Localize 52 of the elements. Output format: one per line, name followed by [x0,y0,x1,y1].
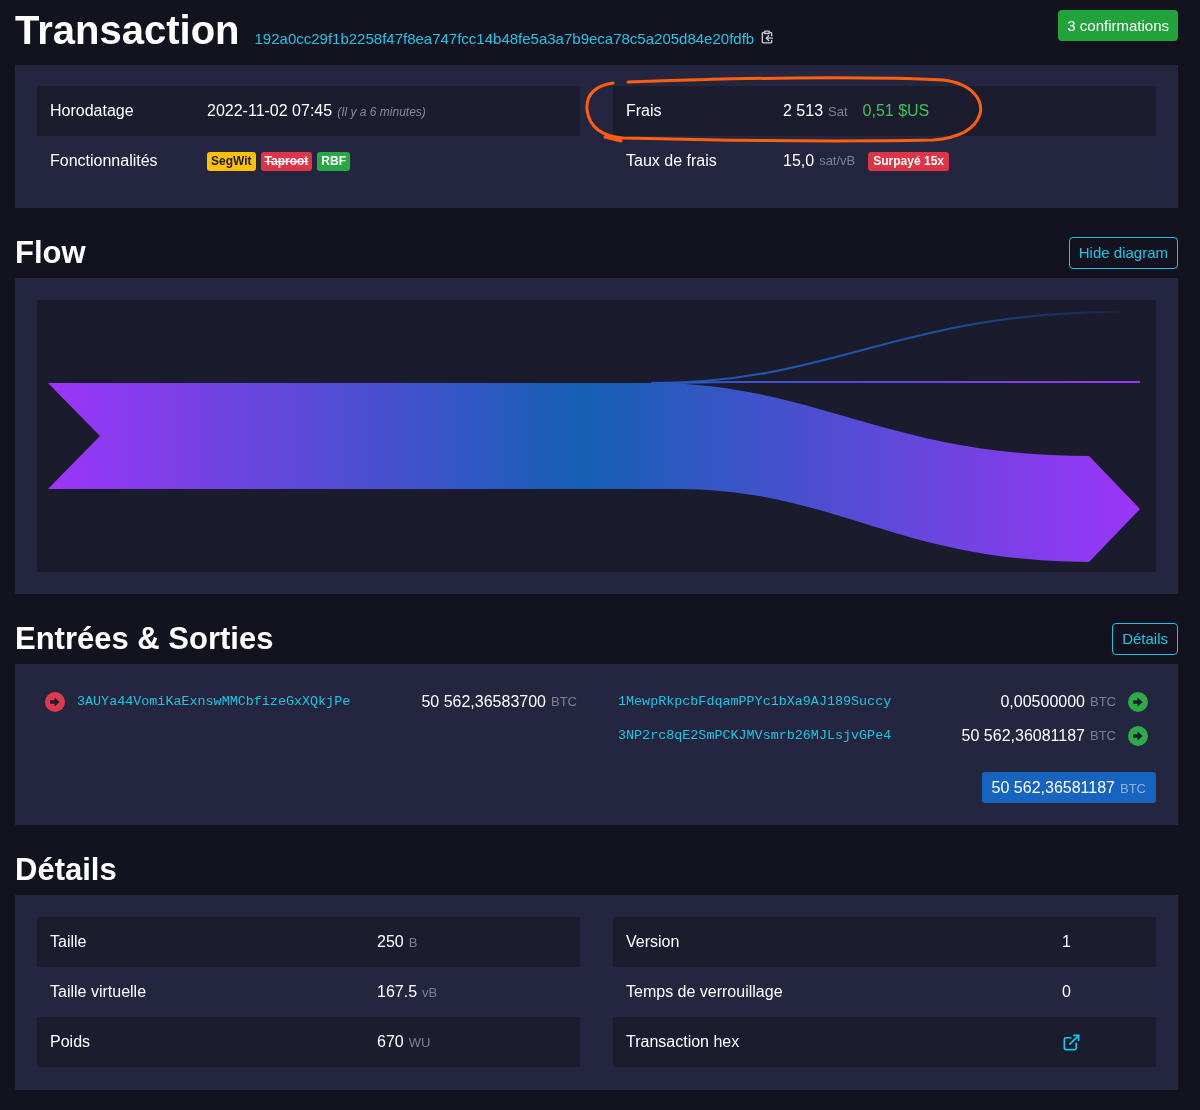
value-text: 250 [377,932,404,952]
field-label: Taille virtuelle [49,982,148,1002]
amount-text: 50 562,36081187 [961,726,1085,746]
address-link[interactable]: 1MewpRkpcbFdqamPPYc1bXa9AJ189Succy [618,691,892,713]
toggle-button[interactable]: Détails [1112,623,1178,655]
relative-time-text: (Il y a 6 minutes) [337,104,426,121]
unit-text: sat/vB [819,152,856,171]
field-label: Temps de verrouillage [625,982,784,1002]
timestamp-text: 2022-11-02 07:45 [207,101,333,121]
toggle-button[interactable]: Hide diagram [1068,237,1178,269]
total-amount-badge: 50 562,36581187 BTC [981,772,1156,803]
address-link[interactable]: 3AUYa44VomiKaExnswMMCbfizeGxXQkjPe [77,691,351,713]
overpaid-badge: Surpayé 15x [868,151,949,171]
field-label: Taux de frais [625,151,718,171]
arrow-right-icon[interactable] [1128,726,1148,746]
field-label: Poids [49,1032,92,1052]
feature-badge: Taproot [260,151,313,171]
copy-icon[interactable] [760,30,775,44]
unit-text: BTC [551,693,577,712]
fiat-amount-text: 0,51 $US [862,101,930,121]
field-label: Frais [625,101,663,121]
unit-text: Sat [828,103,848,121]
field-label: Taille [49,932,88,952]
fee-rate-text: 15,0 [783,151,815,171]
unit-text: BTC [1090,727,1116,746]
feature-badge: SegWit [207,151,256,171]
amount-text: 0,00500000 [1000,692,1085,712]
value-text: 0 [1062,982,1071,1002]
field-label: Horodatage [49,101,135,121]
transaction-id-link[interactable]: 192a0cc29f1b2258f47f8ea747fcc14b48fe5a3a7b9eca78c5a205d84e20fdfb [254,28,755,51]
value-text: 1 [1062,932,1071,952]
fee-amount-text: 2 513 [783,101,824,121]
page-title: Transaction [15,7,240,54]
unit-text: vB [422,984,438,1002]
field-label: Version [625,932,681,952]
value-text: 670 [377,1032,404,1052]
unit-text: BTC [1090,693,1116,712]
field-label: Fonctionnalités [49,151,159,171]
amount-text: 50 562,36583700 [421,692,546,712]
section-heading: Flow [15,234,86,272]
section-heading: Détails [15,851,117,889]
unit-text: WU [408,1034,431,1052]
arrow-right-icon[interactable] [45,692,65,712]
confirmations-badge: 3 confirmations [1058,10,1178,41]
feature-badge: RBF [317,151,350,171]
external-link-icon[interactable] [1062,1032,1081,1052]
section-heading: Entrées & Sorties [15,620,274,658]
address-link[interactable]: 3NP2rc8qE2SmPCKJMVsmrb26MJLsjvGPe4 [618,725,892,747]
value-text: 167.5 [377,982,418,1002]
arrow-right-icon[interactable] [1128,692,1148,712]
unit-text: B [408,934,418,952]
field-label: Transaction hex [625,1032,741,1052]
